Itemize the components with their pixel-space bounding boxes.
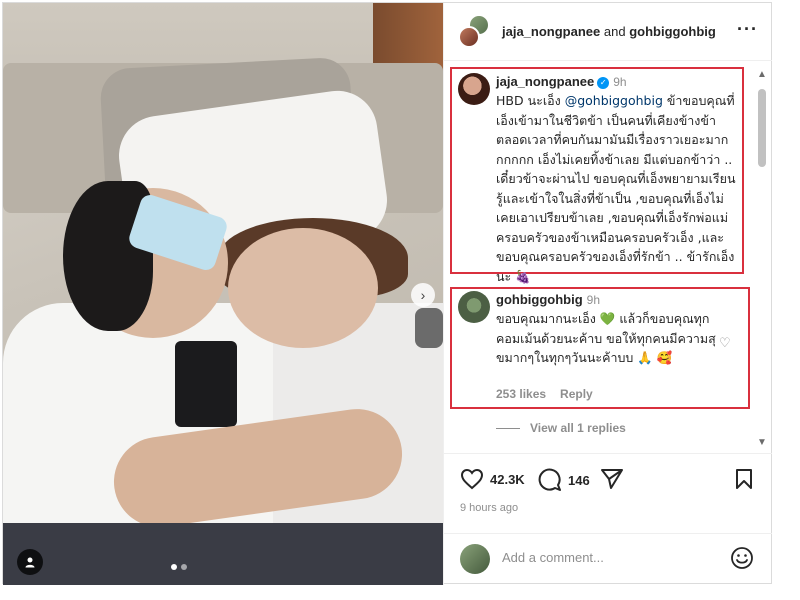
comment: gohbiggohbig 9h ขอบคุณมากนะเอ็ง 💚 แล้วก็ข… xyxy=(496,291,731,368)
comment-meta: 253 likes Reply xyxy=(496,387,593,401)
comment-likes[interactable]: 253 likes xyxy=(496,387,546,401)
avatar xyxy=(458,26,480,48)
send-icon xyxy=(601,469,623,489)
post-actions: 42.3K 146 9 hours ago xyxy=(444,453,772,533)
caption-text-part: HBD นะเอ็ง xyxy=(496,93,565,108)
post-authors: jaja_nongpanee and gohbiggohbig xyxy=(502,24,716,39)
avatar[interactable] xyxy=(458,291,490,323)
mention-link[interactable]: @gohbiggohbig xyxy=(565,93,663,108)
reply-button[interactable]: Reply xyxy=(560,387,593,401)
likes-count[interactable]: 42.3K xyxy=(490,472,525,487)
chevron-right-icon: › xyxy=(420,287,426,303)
post-time[interactable]: 9 hours ago xyxy=(460,502,518,514)
heart-icon: ♡ xyxy=(719,335,731,350)
post-header: jaja_nongpanee and gohbiggohbig ··· xyxy=(444,3,772,61)
photo-phone xyxy=(175,341,237,427)
scroll-up-icon[interactable]: ▲ xyxy=(757,69,767,80)
caption-text-part: ข้าขอบคุณที่เอ็งเข้ามาในชีวิตข้า เป็นคนท… xyxy=(496,93,736,284)
carousel-dot xyxy=(181,564,187,570)
scrollbar-thumb[interactable] xyxy=(758,89,766,167)
comment-input[interactable] xyxy=(502,550,722,565)
more-horizontal-icon: ··· xyxy=(737,19,758,39)
authors-conjunction: and xyxy=(603,24,626,39)
collab-avatar[interactable] xyxy=(458,14,494,50)
bookmark-icon xyxy=(736,469,752,489)
view-replies-button[interactable]: View all 1 replies xyxy=(496,421,626,435)
caption: jaja_nongpanee ✓ 9h HBD นะเอ็ง @gohbiggohb… xyxy=(496,73,736,286)
author-link[interactable]: jaja_nongpanee xyxy=(502,24,600,39)
post-frame: › jaja_nongpanee and gohbiggohbig ··· ja… xyxy=(2,2,772,585)
next-photo-button[interactable]: › xyxy=(411,283,435,307)
scrollbar[interactable]: ▲ ▼ xyxy=(755,67,769,453)
add-comment-bar xyxy=(444,533,772,585)
scroll-down-icon[interactable]: ▼ xyxy=(757,437,767,448)
heart-icon xyxy=(460,468,484,490)
photo-face xyxy=(228,228,378,348)
comment-icon xyxy=(538,468,561,491)
caption-text: HBD นะเอ็ง @gohbiggohbig ข้าขอบคุณที่เอ็… xyxy=(496,91,736,286)
carousel-dot xyxy=(171,564,177,570)
share-button[interactable] xyxy=(600,468,624,490)
like-button[interactable]: 42.3K xyxy=(460,468,525,490)
photo-floor xyxy=(3,523,443,585)
comment-username[interactable]: gohbiggohbig xyxy=(496,292,583,307)
avatar xyxy=(460,544,490,574)
caption-time[interactable]: 9h xyxy=(613,75,626,89)
view-replies-label: View all 1 replies xyxy=(530,421,626,435)
carousel-dots xyxy=(171,564,187,570)
tagged-users-button[interactable] xyxy=(17,549,43,575)
user-icon xyxy=(25,557,35,568)
comment-text: ขอบคุณมากนะเอ็ง 💚 แล้วก็ขอบคุณทุกคอมเม้น… xyxy=(496,311,716,365)
comment-time[interactable]: 9h xyxy=(587,293,600,307)
comments-count[interactable]: 146 xyxy=(568,473,590,488)
photo-watch xyxy=(415,308,443,348)
comments-list[interactable]: jaja_nongpanee ✓ 9h HBD นะเอ็ง @gohbiggohb… xyxy=(444,61,772,453)
author-link[interactable]: gohbiggohbig xyxy=(629,24,716,39)
emoji-button[interactable] xyxy=(730,546,754,575)
comment-button[interactable]: 146 xyxy=(538,468,590,492)
more-options-button[interactable]: ··· xyxy=(737,19,758,40)
caption-username[interactable]: jaja_nongpanee xyxy=(496,74,594,89)
smiley-icon xyxy=(731,547,753,569)
divider xyxy=(496,427,520,429)
avatar[interactable] xyxy=(458,73,490,105)
save-button[interactable] xyxy=(734,468,754,490)
post-side-panel: jaja_nongpanee and gohbiggohbig ··· jaja… xyxy=(443,3,772,585)
like-comment-button[interactable]: ♡ xyxy=(719,335,731,351)
verified-badge-icon: ✓ xyxy=(597,77,610,89)
post-photo[interactable]: › xyxy=(3,3,443,585)
